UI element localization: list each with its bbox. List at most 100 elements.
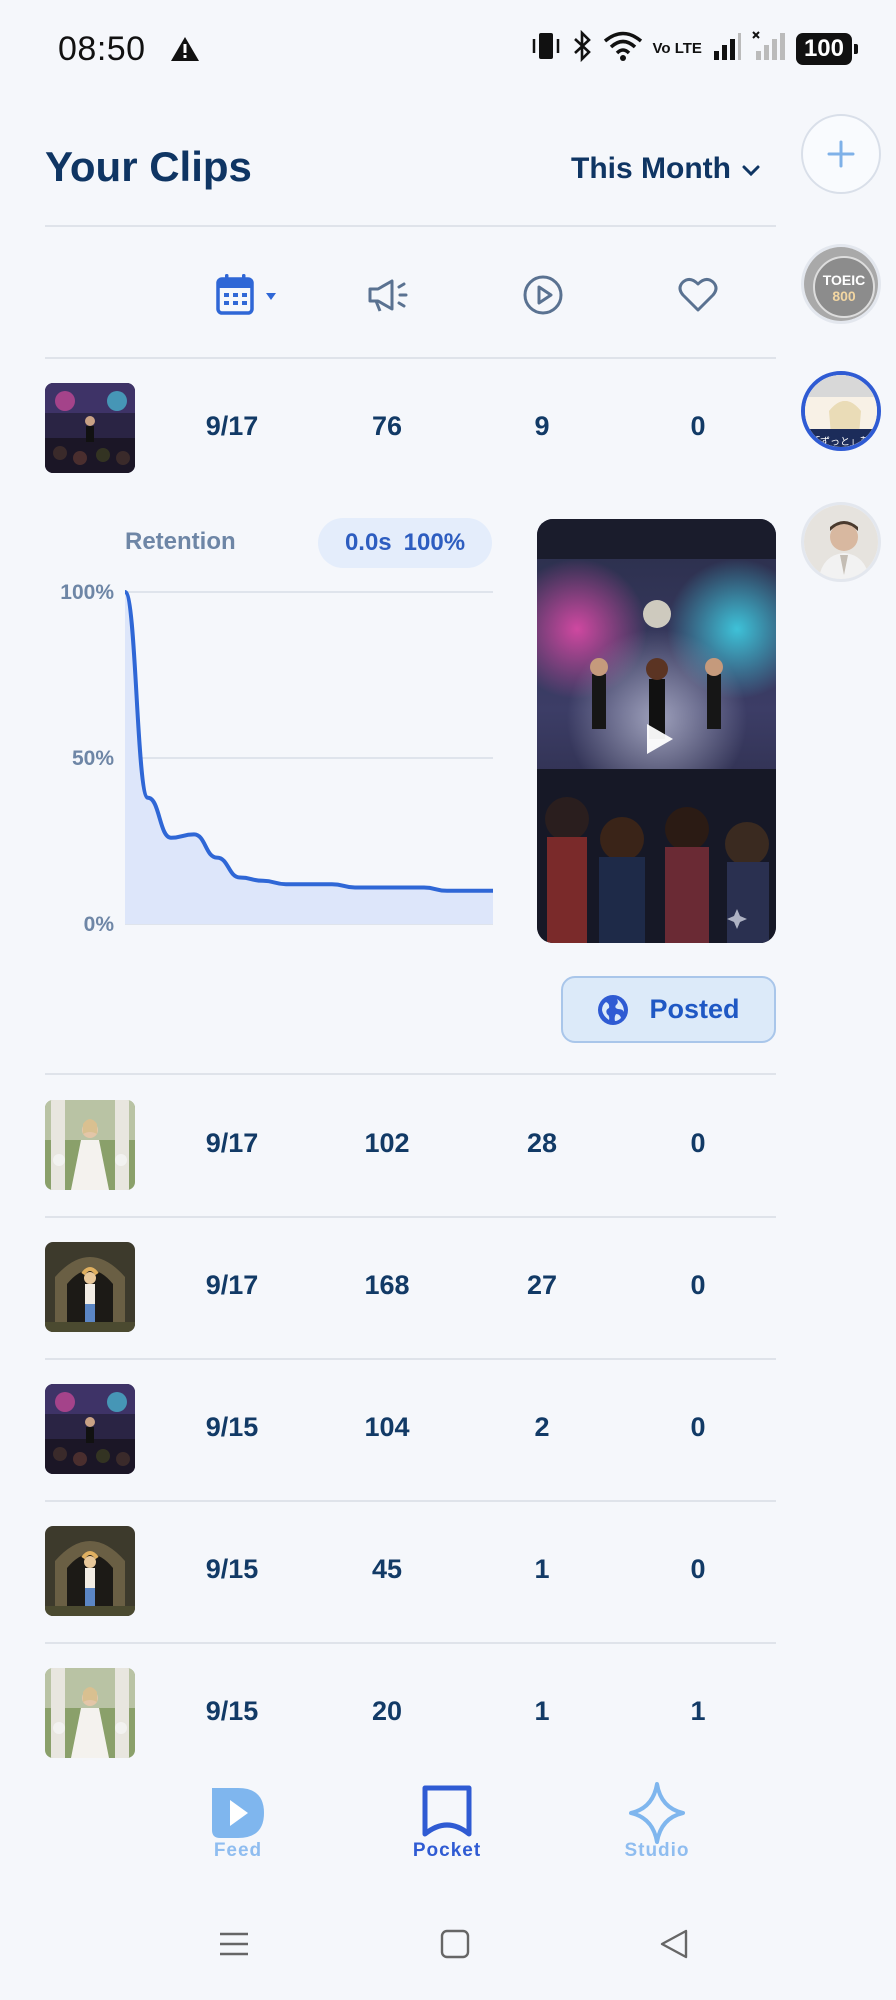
clip-likes: 0 — [690, 1554, 706, 1584]
avatar-man[interactable] — [801, 502, 881, 582]
clip-plays: 2 — [534, 1412, 550, 1442]
reach-sort-button[interactable] — [358, 270, 418, 320]
clip-plays: 27 — [526, 1270, 558, 1300]
clip-likes: 0 — [690, 1128, 706, 1158]
megaphone-icon — [368, 279, 408, 312]
retention-time: 0.0s — [344, 529, 392, 556]
row-divider — [45, 1500, 776, 1502]
posted-button[interactable]: Posted — [561, 976, 776, 1043]
home-icon[interactable] — [439, 1928, 471, 1960]
clip-views: 45 — [371, 1554, 403, 1584]
clip-views: 102 — [364, 1128, 410, 1158]
clip-thumbnail-concert — [45, 383, 135, 473]
plays-sort-button[interactable] — [513, 270, 573, 320]
menu-icon[interactable] — [218, 1928, 250, 1960]
bottom-nav: Feed Pocket Studio — [0, 1780, 896, 1890]
likes-sort-button[interactable] — [668, 270, 728, 320]
retention-label: Retention — [125, 528, 236, 555]
row-divider — [45, 1216, 776, 1218]
system-nav-bar — [0, 1920, 896, 1980]
nav-pocket-label: Pocket — [412, 1840, 482, 1861]
clip-views: 168 — [364, 1270, 410, 1300]
svg-text:800: 800 — [832, 288, 856, 304]
page-title: Your Clips — [45, 143, 252, 190]
clip-date: 9/15 — [205, 1412, 259, 1442]
play-circle-icon — [523, 275, 563, 315]
back-icon[interactable] — [658, 1928, 690, 1960]
table-row[interactable]: 9/17 102 28 0 — [45, 1100, 776, 1190]
clip-likes: 0 — [690, 1270, 706, 1300]
feed-icon — [212, 1788, 264, 1838]
clip-thumbnail-tunnel — [45, 1242, 135, 1332]
period-label: This Month — [571, 152, 731, 185]
table-row[interactable]: 9/17 168 27 0 — [45, 1242, 776, 1332]
status-icons: Vo LTE 100 — [531, 29, 859, 67]
nav-pocket[interactable]: Pocket — [377, 1780, 517, 1862]
y-tick-label: 50% — [72, 747, 114, 770]
clip-preview-video[interactable] — [537, 519, 776, 943]
retention-chart[interactable]: 100% 50% 0% — [40, 575, 500, 935]
svg-text:「ずっと」英語: 「ずっと」英語 — [810, 435, 880, 448]
status-time: 08:50 — [58, 30, 146, 68]
table-row[interactable]: 9/17 76 9 0 — [45, 383, 776, 473]
posted-label: Posted — [649, 994, 740, 1024]
heart-icon — [678, 277, 718, 312]
clip-plays: 9 — [534, 411, 550, 441]
header-divider — [45, 225, 776, 227]
clip-date: 9/15 — [205, 1554, 259, 1584]
clip-views: 76 — [371, 411, 403, 441]
row-divider — [45, 1642, 776, 1644]
nav-feed-label: Feed — [213, 1840, 263, 1861]
sparkle-star-icon — [629, 1782, 685, 1844]
clip-date: 9/17 — [205, 1128, 259, 1158]
clip-likes: 1 — [690, 1696, 706, 1726]
clip-likes: 0 — [690, 411, 706, 441]
vibrate-icon — [531, 30, 561, 67]
clip-date: 9/15 — [205, 1696, 259, 1726]
column-divider — [45, 357, 776, 359]
nav-studio[interactable]: Studio — [587, 1780, 727, 1862]
chevron-down-icon — [741, 152, 761, 186]
signal-icon — [712, 31, 742, 66]
table-row[interactable]: 9/15 20 1 1 — [45, 1668, 776, 1758]
battery-indicator: 100 — [795, 32, 859, 65]
clip-plays: 1 — [534, 1696, 550, 1726]
clip-thumbnail-bride — [45, 1100, 135, 1190]
signal-empty-icon — [752, 31, 786, 66]
nav-feed[interactable]: Feed — [168, 1780, 308, 1862]
clip-plays: 1 — [534, 1554, 550, 1584]
clip-views: 104 — [364, 1412, 410, 1442]
clip-likes: 0 — [690, 1412, 706, 1442]
clip-thumbnail-concert — [45, 1384, 135, 1474]
status-bar: 08:50 Vo LTE 100 — [0, 0, 896, 104]
plus-icon — [827, 140, 855, 168]
clip-date: 9/17 — [205, 411, 259, 441]
volte-indicator: Vo LTE — [652, 40, 702, 57]
avatar-lesson[interactable]: 「ずっと」英語 — [801, 371, 881, 451]
calendar-icon — [216, 274, 276, 315]
clip-date: 9/17 — [205, 1270, 259, 1300]
pocket-icon — [422, 1785, 472, 1837]
date-sort-button[interactable] — [202, 270, 286, 320]
clip-thumbnail-tunnel — [45, 1526, 135, 1616]
avatar-toeic[interactable]: TOEIC 800 — [801, 244, 881, 324]
globe-icon — [598, 994, 629, 1025]
clip-thumbnail-bride — [45, 1668, 135, 1758]
wifi-icon — [603, 31, 643, 66]
clip-views: 20 — [371, 1696, 403, 1726]
table-row[interactable]: 9/15 104 2 0 — [45, 1384, 776, 1474]
svg-text:TOEIC: TOEIC — [823, 272, 866, 288]
period-dropdown[interactable]: This Month — [571, 152, 761, 186]
table-row[interactable]: 9/15 45 1 0 — [45, 1526, 776, 1616]
warning-icon — [170, 36, 200, 67]
retention-readout: 0.0s 100% — [318, 518, 492, 568]
row-divider — [45, 1073, 776, 1075]
row-divider — [45, 1358, 776, 1360]
y-tick-label: 100% — [60, 581, 114, 604]
y-tick-label: 0% — [84, 913, 115, 935]
clip-plays: 28 — [526, 1128, 558, 1158]
bluetooth-icon — [571, 29, 593, 67]
retention-percent: 100% — [403, 529, 466, 556]
add-button[interactable] — [801, 114, 881, 194]
nav-studio-label: Studio — [624, 1840, 690, 1861]
